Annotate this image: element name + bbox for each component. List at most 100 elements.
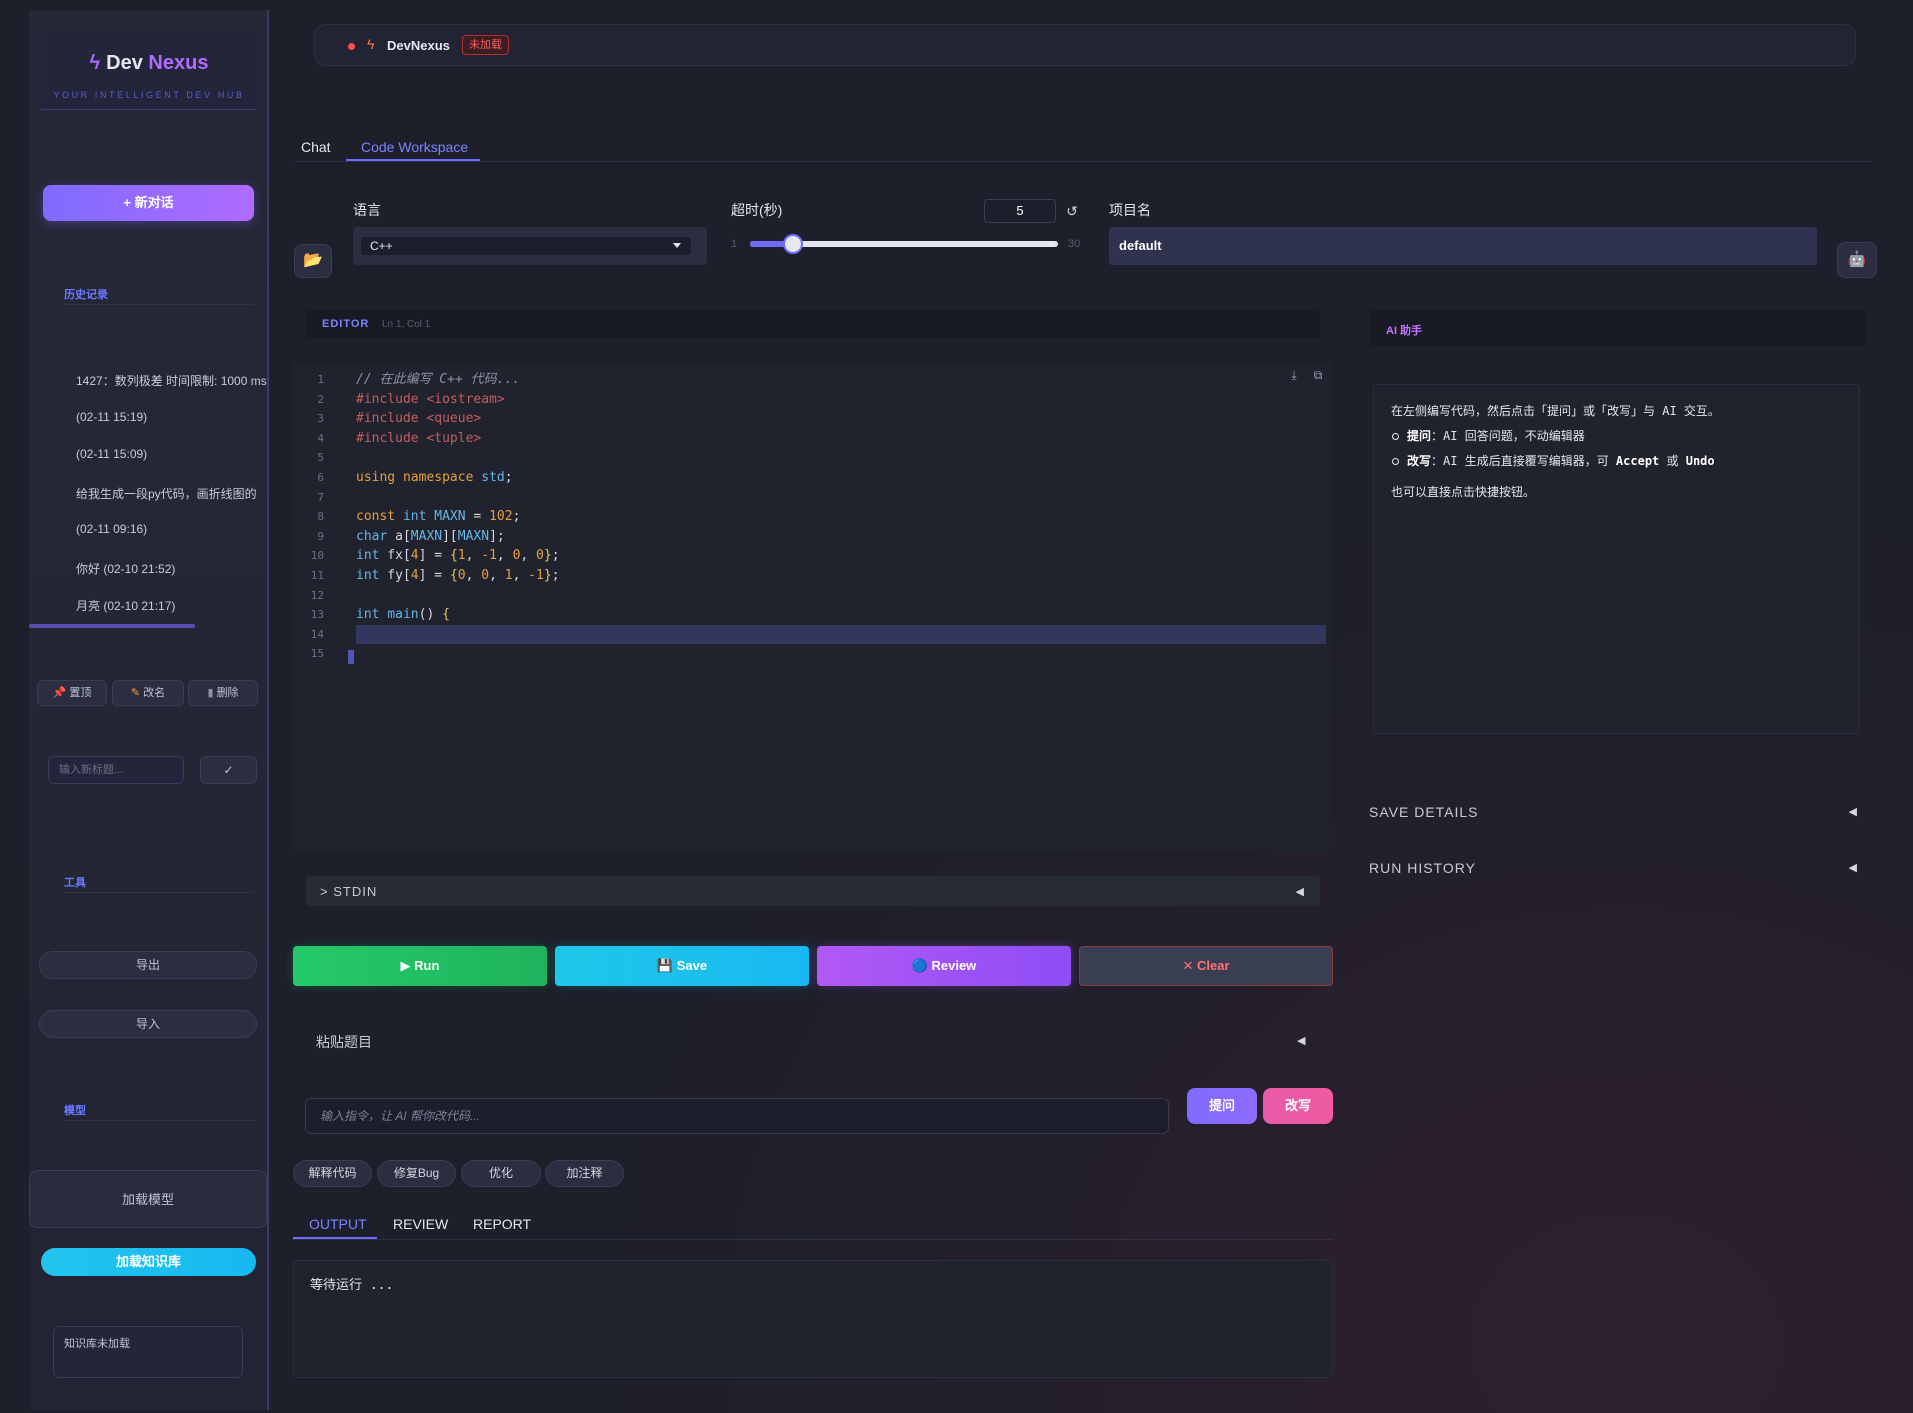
project-name-input[interactable]: default — [1109, 227, 1817, 265]
pin-button[interactable]: 📌 置顶 — [37, 680, 107, 706]
run-button[interactable]: ▶ Run — [293, 946, 547, 986]
stdin-toggle[interactable]: > STDIN ◀ — [306, 876, 1320, 906]
logo-nexus-text: Nexus — [148, 52, 209, 74]
code-line[interactable]: using namespace std; — [356, 468, 1326, 488]
language-select-value[interactable]: C++ — [361, 237, 691, 255]
collapse-arrow-icon[interactable]: ◀ — [1297, 1034, 1305, 1047]
line-number: 3 — [317, 412, 324, 426]
rename-button[interactable]: ✎ 改名 — [112, 680, 184, 706]
tab-review[interactable]: REVIEW — [393, 1216, 448, 1232]
review-button[interactable]: 🔵 Review — [817, 946, 1071, 986]
paste-problem-toggle[interactable]: 粘贴题目 — [316, 1032, 372, 1052]
logo-title: ϟ Dev Nexus — [41, 52, 257, 75]
rename-label: 改名 — [143, 687, 166, 699]
code-line[interactable] — [356, 448, 1326, 468]
add-comments-button[interactable]: 加注释 — [545, 1160, 624, 1187]
slider-min-label: 1 — [731, 238, 738, 250]
ai-assistant-title: AI 助手 — [1386, 325, 1423, 337]
sidebar: ϟ Dev Nexus YOUR INTELLIGENT DEV HUB + 新对… — [29, 10, 269, 1410]
line-number: 13 — [310, 608, 324, 622]
timeout-input[interactable]: 5 — [984, 199, 1056, 223]
code-line[interactable]: #include <iostream> — [356, 390, 1326, 410]
new-chat-button[interactable]: + 新对话 — [43, 185, 254, 221]
folder-icon[interactable]: 📂 — [294, 244, 332, 278]
editor-title: EDITOR — [322, 318, 370, 330]
code-line[interactable]: int fy[4] = {0, 0, 1, -1}; — [356, 566, 1326, 586]
language-select[interactable]: C++ — [353, 227, 707, 265]
history-item[interactable]: (02-11 15:19) — [76, 410, 271, 424]
load-knowledge-base-button[interactable]: 加载知识库 — [41, 1248, 256, 1276]
tabs-divider — [294, 161, 1872, 162]
code-line[interactable]: int main() { — [356, 605, 1326, 625]
timeout-slider-thumb[interactable] — [782, 234, 803, 254]
code-editor[interactable]: ⤓ ⧉ 1 2 3 4 5 6 7 8 9 10 11 12 13 14 15 … — [293, 362, 1333, 852]
rewrite-button[interactable]: 改写 — [1263, 1088, 1333, 1124]
ai-assistant-body: 在左侧编写代码，然后点击「提问」或「改写」与 AI 交互。 提问：AI 回答问题… — [1373, 384, 1860, 734]
import-button[interactable]: 导入 — [39, 1010, 257, 1038]
ai-or-text: 或 — [1659, 454, 1686, 468]
history-item[interactable]: (02-11 09:16) — [76, 522, 271, 536]
history-divider — [64, 304, 254, 305]
fix-bug-button[interactable]: 修复Bug — [377, 1160, 456, 1187]
instruction-input[interactable]: 输入指令，让 AI 帮你改代码... — [305, 1098, 1169, 1134]
pin-label: 置顶 — [69, 687, 92, 699]
trash-icon: ▮ — [207, 687, 214, 699]
explain-code-button[interactable]: 解释代码 — [293, 1160, 372, 1187]
ask-button[interactable]: 提问 — [1187, 1088, 1257, 1124]
output-panel: 等待运行 ... — [293, 1260, 1333, 1378]
export-button[interactable]: 导出 — [39, 951, 257, 979]
code-lines[interactable]: // 在此编写 C++ 代码... #include <iostream> #inc… — [356, 370, 1326, 664]
status-badge: 未加载 — [462, 35, 509, 55]
tab-chat[interactable]: Chat — [301, 139, 331, 155]
code-line[interactable] — [356, 586, 1326, 606]
bolt-icon: ϟ — [367, 36, 375, 52]
editor-header: EDITOR Ln 1, Col 1 — [306, 310, 1320, 338]
tools-divider — [64, 892, 254, 893]
history-item[interactable]: (02-11 15:09) — [76, 447, 271, 461]
clear-button[interactable]: ✕ Clear — [1079, 946, 1333, 986]
app-title: DevNexus — [387, 38, 450, 53]
model-section-label: 模型 — [64, 1105, 86, 1117]
confirm-rename-button[interactable]: ✓ — [200, 756, 257, 784]
language-value: C++ — [370, 239, 393, 253]
history-item[interactable]: 月亮 (02-10 21:17) — [76, 597, 271, 614]
pin-icon: 📌 — [52, 687, 67, 699]
line-number-gutter: 1 2 3 4 5 6 7 8 9 10 11 12 13 14 15 — [293, 370, 341, 664]
active-output-tab-indicator — [293, 1237, 377, 1239]
rename-input[interactable]: 输入新标题... — [48, 756, 184, 784]
chevron-down-icon — [673, 243, 681, 248]
knowledge-base-status: 知识库未加载 — [53, 1326, 243, 1378]
tab-code-workspace[interactable]: Code Workspace — [361, 139, 468, 155]
code-line[interactable]: // 在此编写 C++ 代码... — [356, 370, 1326, 390]
output-tabs-divider — [293, 1239, 1333, 1240]
tab-report[interactable]: REPORT — [473, 1216, 531, 1232]
code-line[interactable]: #include <tuple> — [356, 429, 1326, 449]
code-line[interactable]: char a[MAXN][MAXN]; — [356, 527, 1326, 547]
history-item[interactable]: 1427：数列极差 时间限制: 1000 ms — [76, 372, 271, 389]
line-number: 8 — [317, 510, 324, 524]
model-divider — [64, 1120, 254, 1121]
code-line[interactable] — [356, 488, 1326, 508]
history-scrollbar[interactable] — [29, 624, 195, 628]
save-button[interactable]: 💾 Save — [555, 946, 809, 986]
robot-icon[interactable]: 🤖 — [1837, 242, 1877, 278]
line-number: 1 — [317, 373, 324, 386]
ai-intro: 在左侧编写代码，然后点击「提问」或「改写」与 AI 交互。 — [1391, 404, 1720, 418]
code-line[interactable] — [356, 624, 1326, 645]
code-line[interactable]: const int MAXN = 102; — [356, 507, 1326, 527]
code-line[interactable]: int fx[4] = {1, -1, 0, 0}; — [356, 546, 1326, 566]
tab-output[interactable]: OUTPUT — [309, 1216, 367, 1232]
code-line[interactable] — [356, 644, 1326, 664]
run-history-toggle[interactable]: RUN HISTORY ◀ — [1369, 858, 1865, 878]
history-item[interactable]: 给我生成一段py代码，画折线图的 — [76, 485, 271, 502]
logo: ϟ Dev Nexus YOUR INTELLIGENT DEV HUB — [41, 32, 257, 110]
load-model-button[interactable]: 加载模型 — [29, 1170, 267, 1228]
optimize-button[interactable]: 优化 — [461, 1160, 541, 1187]
save-details-toggle[interactable]: SAVE DETAILS ◀ — [1369, 802, 1865, 822]
history-item[interactable]: 你好 (02-10 21:52) — [76, 560, 271, 577]
code-line[interactable]: #include <queue> — [356, 409, 1326, 429]
delete-button[interactable]: ▮ 删除 — [188, 680, 258, 706]
reset-icon[interactable]: ↺ — [1060, 199, 1084, 223]
timeout-label: 超时(秒) — [731, 202, 783, 218]
ai-desc-ask: ：AI 回答问题，不动编辑器 — [1431, 429, 1585, 443]
